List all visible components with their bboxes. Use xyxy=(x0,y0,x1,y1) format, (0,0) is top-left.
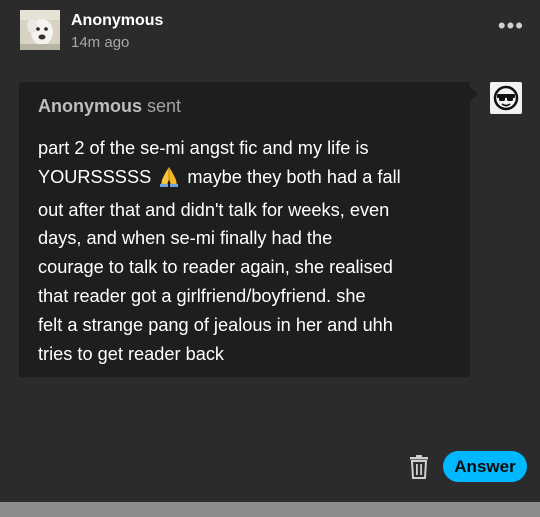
recipient-avatar[interactable] xyxy=(490,82,522,114)
trash-icon[interactable] xyxy=(409,455,429,479)
ask-line: that reader got a girlfriend/boyfriend. … xyxy=(38,285,366,306)
bottom-divider xyxy=(0,502,540,517)
ask-line: tries to get reader back xyxy=(38,343,225,364)
ask-verb: sent xyxy=(147,96,182,116)
ask-header: Anonymous sent xyxy=(38,96,181,117)
post-header: Anonymous 14m ago ••• xyxy=(20,10,526,56)
ask-line: days, and when se-mi finally had the xyxy=(38,228,333,249)
folded-hands-emoji xyxy=(158,165,180,196)
ask-line: maybe they both had a fall xyxy=(187,166,401,187)
ellipsis-icon[interactable]: ••• xyxy=(498,15,524,37)
ask-line: YOURSSSSS xyxy=(38,166,152,187)
ask-line: felt a strange pang of jealous in her an… xyxy=(38,314,393,335)
answer-button[interactable]: Answer xyxy=(443,451,527,482)
ask-sender: Anonymous xyxy=(38,96,143,116)
ask-line: courage to talk to reader again, she rea… xyxy=(38,257,393,278)
author-avatar[interactable] xyxy=(20,10,60,50)
ask-line: part 2 of the se-mi angst fic and my lif… xyxy=(38,138,369,158)
ask-message: part 2 of the se-mi angst fic and my lif… xyxy=(38,134,450,368)
ask-line: out after that and didn't talk for weeks… xyxy=(38,199,390,220)
ask-bubble-tail xyxy=(470,87,478,101)
author-name[interactable]: Anonymous xyxy=(71,12,163,30)
ask-line-with-emoji: YOURSSSSS maybe they both had a fall xyxy=(38,163,450,196)
post-timestamp: 14m ago xyxy=(71,34,130,51)
ask-bubble: Anonymous sent part 2 of the se-mi angst… xyxy=(19,82,470,377)
